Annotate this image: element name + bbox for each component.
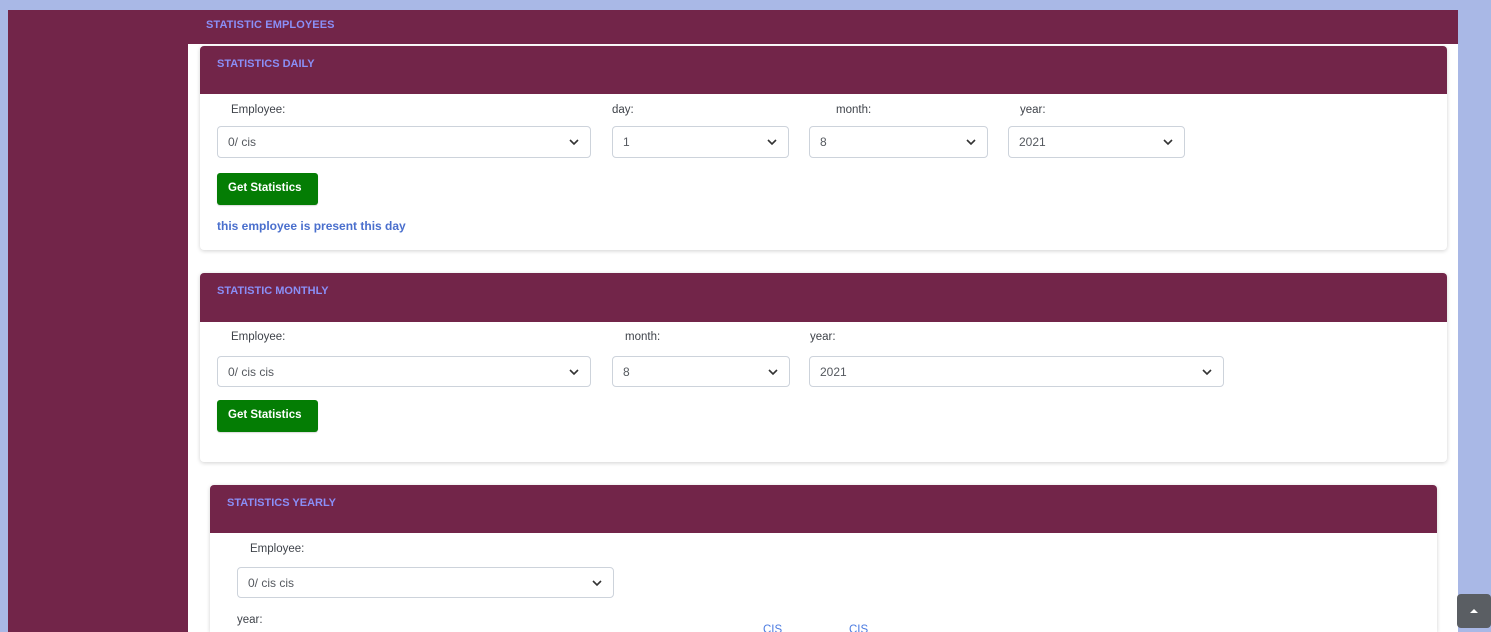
daily-month-select[interactable]: 8 (809, 126, 988, 158)
monthly-year-select[interactable]: 2021 (809, 356, 1224, 387)
chevron-down-icon (1163, 139, 1173, 146)
sidebar (8, 10, 188, 632)
chevron-down-icon (768, 369, 778, 376)
daily-year-label: year: (1020, 104, 1046, 116)
chevron-up-icon (1470, 609, 1478, 613)
chevron-down-icon (569, 369, 579, 376)
yearly-link-cis[interactable]: CIS (763, 624, 782, 632)
daily-get-statistics-button[interactable]: Get Statistics (217, 173, 318, 205)
chevron-down-icon (966, 139, 976, 146)
yearly-year-label: year: (237, 614, 263, 626)
yearly-employee-select[interactable]: 0/ cis cis (237, 567, 614, 598)
monthly-card-title: STATISTIC MONTHLY (200, 273, 1447, 322)
daily-year-select[interactable]: 2021 (1008, 126, 1185, 158)
monthly-get-statistics-button[interactable]: Get Statistics (217, 400, 318, 432)
yearly-employee-value: 0/ cis cis (248, 576, 295, 590)
yearly-card-title: STATISTICS YEARLY (210, 485, 1437, 533)
yearly-link-cis[interactable]: CIS (849, 624, 868, 632)
monthly-employee-value: 0/ cis cis (228, 365, 275, 379)
daily-month-value: 8 (820, 135, 827, 149)
daily-day-select[interactable]: 1 (612, 126, 789, 158)
monthly-employee-select[interactable]: 0/ cis cis (217, 356, 591, 387)
daily-employee-value: 0/ cis (228, 135, 257, 149)
daily-status-message: this employee is present this day (217, 219, 406, 233)
daily-employee-label: Employee: (231, 104, 286, 116)
daily-month-label: month: (836, 104, 872, 116)
daily-employee-select[interactable]: 0/ cis (217, 126, 591, 158)
monthly-year-label: year: (810, 331, 836, 343)
chevron-down-icon (569, 139, 579, 146)
chevron-down-icon (1202, 369, 1212, 376)
monthly-month-value: 8 (623, 365, 630, 379)
daily-day-label: day: (612, 104, 634, 116)
daily-day-value: 1 (623, 135, 630, 149)
monthly-year-value: 2021 (820, 365, 847, 379)
scroll-to-top-button[interactable] (1457, 594, 1491, 628)
yearly-statistics-card: STATISTICS YEARLY (210, 485, 1437, 632)
page-header: STATISTIC EMPLOYEES (188, 10, 1458, 44)
yearly-employee-label: Employee: (250, 543, 305, 555)
monthly-employee-label: Employee: (231, 331, 286, 343)
daily-year-value: 2021 (1019, 135, 1046, 149)
chevron-down-icon (767, 139, 777, 146)
monthly-month-label: month: (625, 331, 661, 343)
chevron-down-icon (592, 580, 602, 587)
monthly-month-select[interactable]: 8 (612, 356, 790, 387)
daily-card-title: STATISTICS DAILY (200, 46, 1447, 94)
